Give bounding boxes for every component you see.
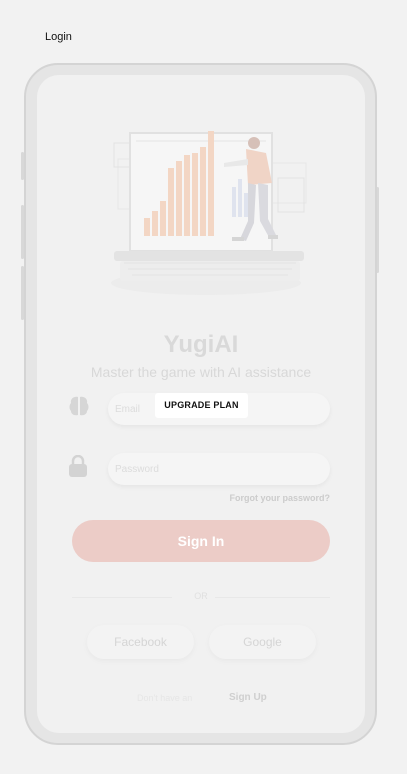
password-field[interactable] [108,453,330,485]
facebook-login-button[interactable]: Facebook [87,625,194,659]
no-account-text: Don't have an [137,693,193,703]
presentation-illustration [111,131,307,295]
page-label: Login [45,31,72,43]
or-divider-label: OR [194,591,208,601]
upgrade-plan-button[interactable]: UPGRADE PLAN [155,393,248,418]
app-subtitle: Master the game with AI assistance [90,364,312,380]
sign-up-link[interactable]: Sign Up [229,692,267,703]
phone-screen: YugiAI Master the game with AI assistanc… [37,75,365,733]
lock-icon [69,455,87,477]
app-title: YugiAI [163,331,239,358]
forgot-password-link[interactable]: Forgot your password? [229,493,330,503]
google-login-button[interactable]: Google [209,625,316,659]
divider-right [215,597,330,598]
brain-icon [69,396,89,416]
phone-frame: YugiAI Master the game with AI assistanc… [24,63,377,745]
sign-in-button[interactable]: Sign In [72,520,330,562]
